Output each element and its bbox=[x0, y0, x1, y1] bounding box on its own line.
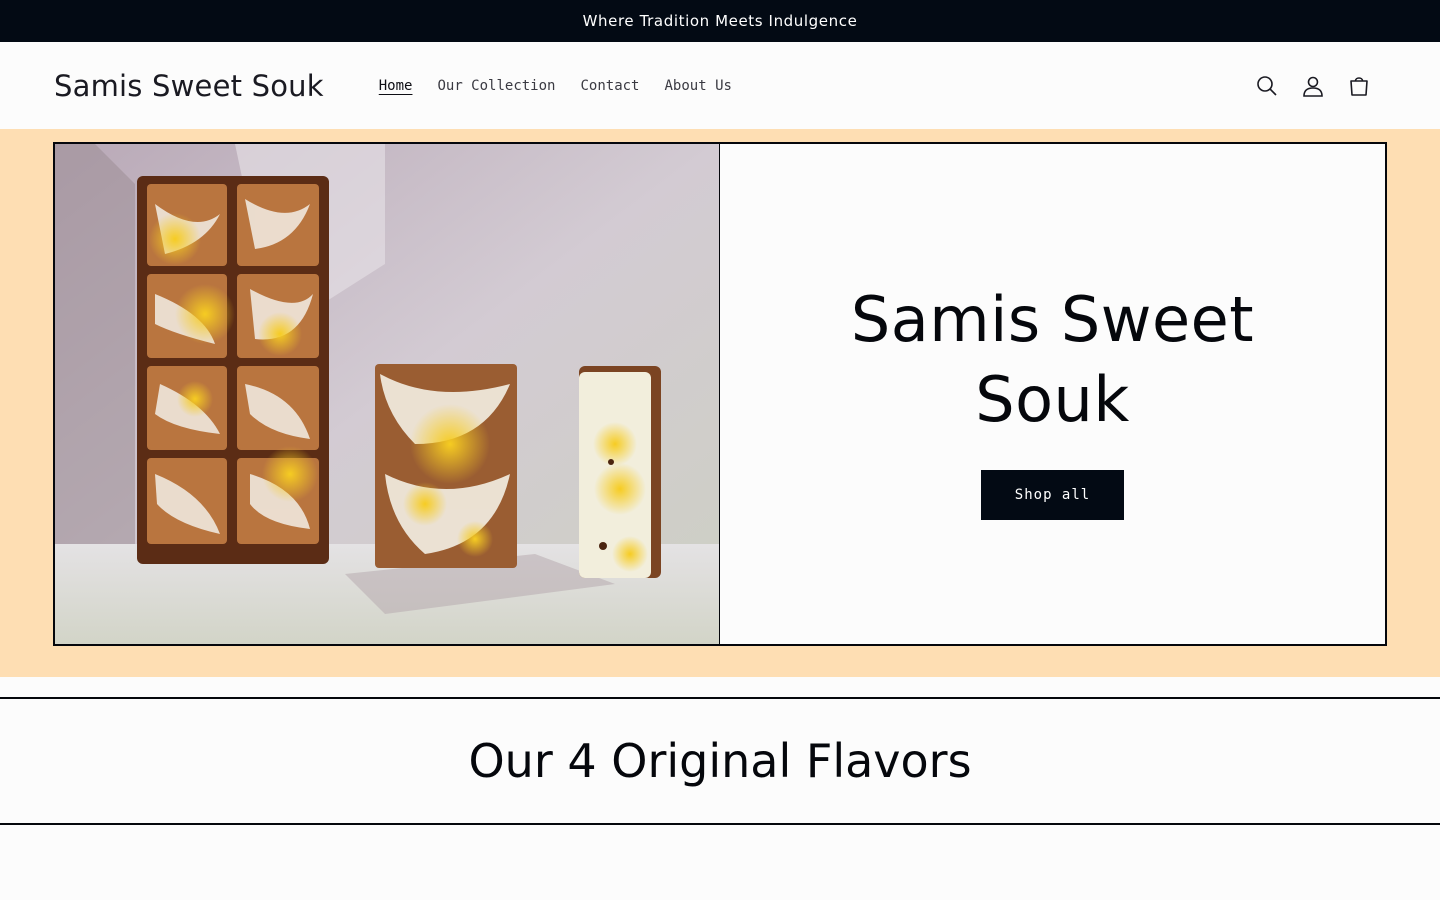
hero-title: Samis Sweet Souk bbox=[850, 283, 1255, 436]
main-nav: Home Our Collection Contact About Us bbox=[354, 74, 732, 98]
nav-our-collection[interactable]: Our Collection bbox=[437, 74, 555, 98]
site-header: Samis Sweet Souk Home Our Collection Con… bbox=[0, 42, 1440, 129]
nav-about-us[interactable]: About Us bbox=[665, 74, 732, 98]
hero-image bbox=[55, 144, 720, 644]
account-icon bbox=[1303, 76, 1323, 97]
hero-card: Samis Sweet Souk Shop all bbox=[53, 142, 1387, 646]
flavors-heading: Our 4 Original Flavors bbox=[468, 734, 972, 788]
shop-all-button[interactable]: Shop all bbox=[981, 470, 1124, 520]
search-icon bbox=[1257, 75, 1277, 96]
announcement-text: Where Tradition Meets Indulgence bbox=[582, 12, 858, 30]
nav-contact[interactable]: Contact bbox=[580, 74, 639, 98]
section-gap bbox=[0, 677, 1440, 697]
flavors-section: Our 4 Original Flavors bbox=[0, 697, 1440, 825]
search-button[interactable] bbox=[1244, 63, 1290, 109]
cart-button[interactable] bbox=[1336, 63, 1382, 109]
hero-section: Samis Sweet Souk Shop all bbox=[0, 129, 1440, 677]
header-icons bbox=[1244, 42, 1382, 129]
announcement-bar: Where Tradition Meets Indulgence bbox=[0, 0, 1440, 42]
account-button[interactable] bbox=[1290, 63, 1336, 109]
site-logo[interactable]: Samis Sweet Souk bbox=[54, 69, 324, 103]
nav-home[interactable]: Home bbox=[379, 74, 413, 98]
cart-icon bbox=[1350, 76, 1368, 96]
hero-copy: Samis Sweet Souk Shop all bbox=[720, 144, 1385, 644]
